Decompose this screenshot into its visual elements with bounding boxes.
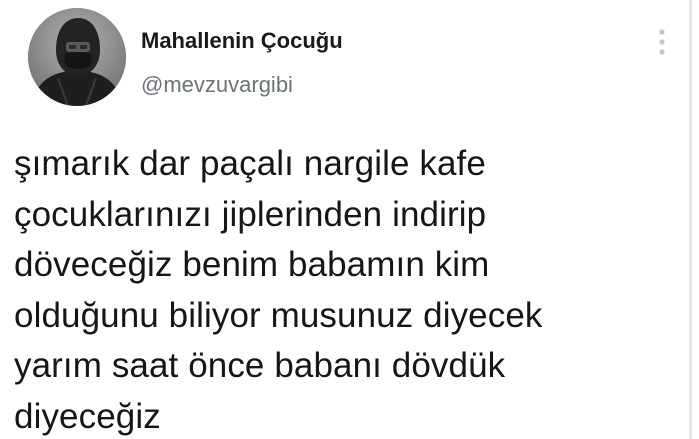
- tweet-card: Mahallenin Çocuğu @mevzuvargibi şımarık …: [0, 0, 699, 439]
- author-handle[interactable]: @mevzuvargibi: [141, 72, 293, 98]
- vertical-ellipsis-icon: [659, 29, 665, 55]
- tweet-body-text: şımarık dar paçalı nargile kafe çocuklar…: [14, 144, 543, 436]
- profile-photo-icon: [28, 8, 126, 106]
- more-options-button[interactable]: [652, 26, 672, 60]
- author-avatar[interactable]: [28, 8, 126, 106]
- author-display-name[interactable]: Mahallenin Çocuğu: [141, 28, 343, 54]
- edge-divider: [689, 0, 692, 439]
